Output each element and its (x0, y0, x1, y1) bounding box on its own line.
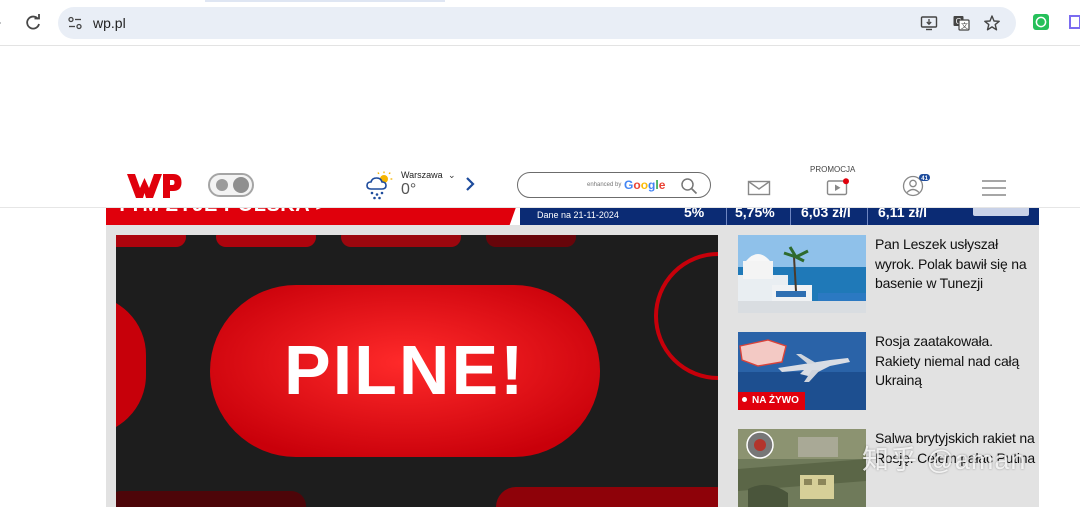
toggle-knob-icon (216, 179, 228, 191)
chevron-down-icon[interactable]: ⌄ (448, 170, 456, 180)
search-enhanced-label: enhanced by (587, 182, 622, 188)
forward-icon[interactable]: › (0, 13, 8, 33)
install-app-icon[interactable] (920, 14, 938, 32)
browser-toolbar: › wp.pl G 文 (0, 0, 1080, 46)
reload-icon[interactable] (23, 13, 43, 33)
promo-label: PROMOCJA (810, 165, 856, 174)
svg-text:41: 41 (921, 176, 928, 182)
site-header: Warszawa ⌄ 0° enhanced by Google PROMOCJ… (0, 158, 1080, 208)
search-input[interactable]: enhanced by Google (517, 172, 711, 198)
ticker-date: Dane na 21-11-2024 (537, 210, 619, 220)
svg-text:文: 文 (961, 21, 968, 30)
live-badge: NA ŻYWO (738, 392, 805, 410)
whatsapp-extension-icon[interactable] (1032, 13, 1050, 31)
bookmark-star-icon[interactable] (983, 14, 1001, 32)
video-icon[interactable] (826, 178, 850, 196)
site-settings-icon[interactable] (67, 15, 83, 31)
extension-icon[interactable] (1066, 13, 1080, 31)
wp-logo[interactable] (126, 170, 182, 200)
weather-temperature: 0° (401, 181, 417, 198)
url-text[interactable]: wp.pl (93, 14, 126, 32)
google-brand: Google (624, 178, 666, 192)
aerial-image (738, 429, 866, 507)
article-title[interactable]: Rosja zaatakowała. Rakiety niemal nad ca… (875, 332, 1035, 391)
weather-city[interactable]: Warszawa (401, 170, 443, 180)
article-thumbnail[interactable] (738, 235, 866, 313)
address-bar[interactable]: wp.pl G 文 (58, 7, 1016, 39)
toggle-knob-icon (233, 177, 249, 193)
chevron-right-icon[interactable] (463, 174, 477, 194)
coast-image (738, 235, 866, 313)
search-icon[interactable] (680, 177, 698, 195)
article-title[interactable]: Pan Leszek usłyszał wyrok. Polak bawił s… (875, 235, 1035, 294)
active-tab-indicator (205, 0, 445, 2)
ticker-divider (790, 206, 791, 225)
live-dot-icon (742, 397, 747, 402)
hero-headline[interactable]: PILNE! (284, 329, 524, 411)
live-badge-label: NA ŻYWO (752, 395, 799, 406)
article-card[interactable]: NA ŻYWO Rosja zaatakowała. Rakiety niema… (738, 332, 1038, 410)
article-thumbnail[interactable]: NA ŻYWO (738, 332, 866, 410)
article-thumbnail[interactable] (738, 429, 866, 507)
ticker-divider (726, 206, 727, 225)
translate-icon[interactable]: G 文 (952, 14, 970, 32)
snow-cloud-sun-icon[interactable] (365, 170, 395, 200)
ticker-divider (867, 206, 868, 225)
ticker-data-bar: Dane na 21-11-2024 5% 5,75% 6,03 zł/l 6,… (520, 202, 1039, 225)
watermark: 知乎 @aman (862, 445, 1027, 475)
hero-article[interactable]: PILNE! (116, 235, 718, 507)
hamburger-menu-icon[interactable] (982, 179, 1006, 197)
user-icon[interactable]: 41 (902, 173, 936, 197)
article-card[interactable]: Pan Leszek usłyszał wyrok. Polak bawił s… (738, 235, 1038, 313)
mail-icon[interactable] (747, 180, 771, 196)
theme-toggle[interactable] (208, 173, 254, 197)
